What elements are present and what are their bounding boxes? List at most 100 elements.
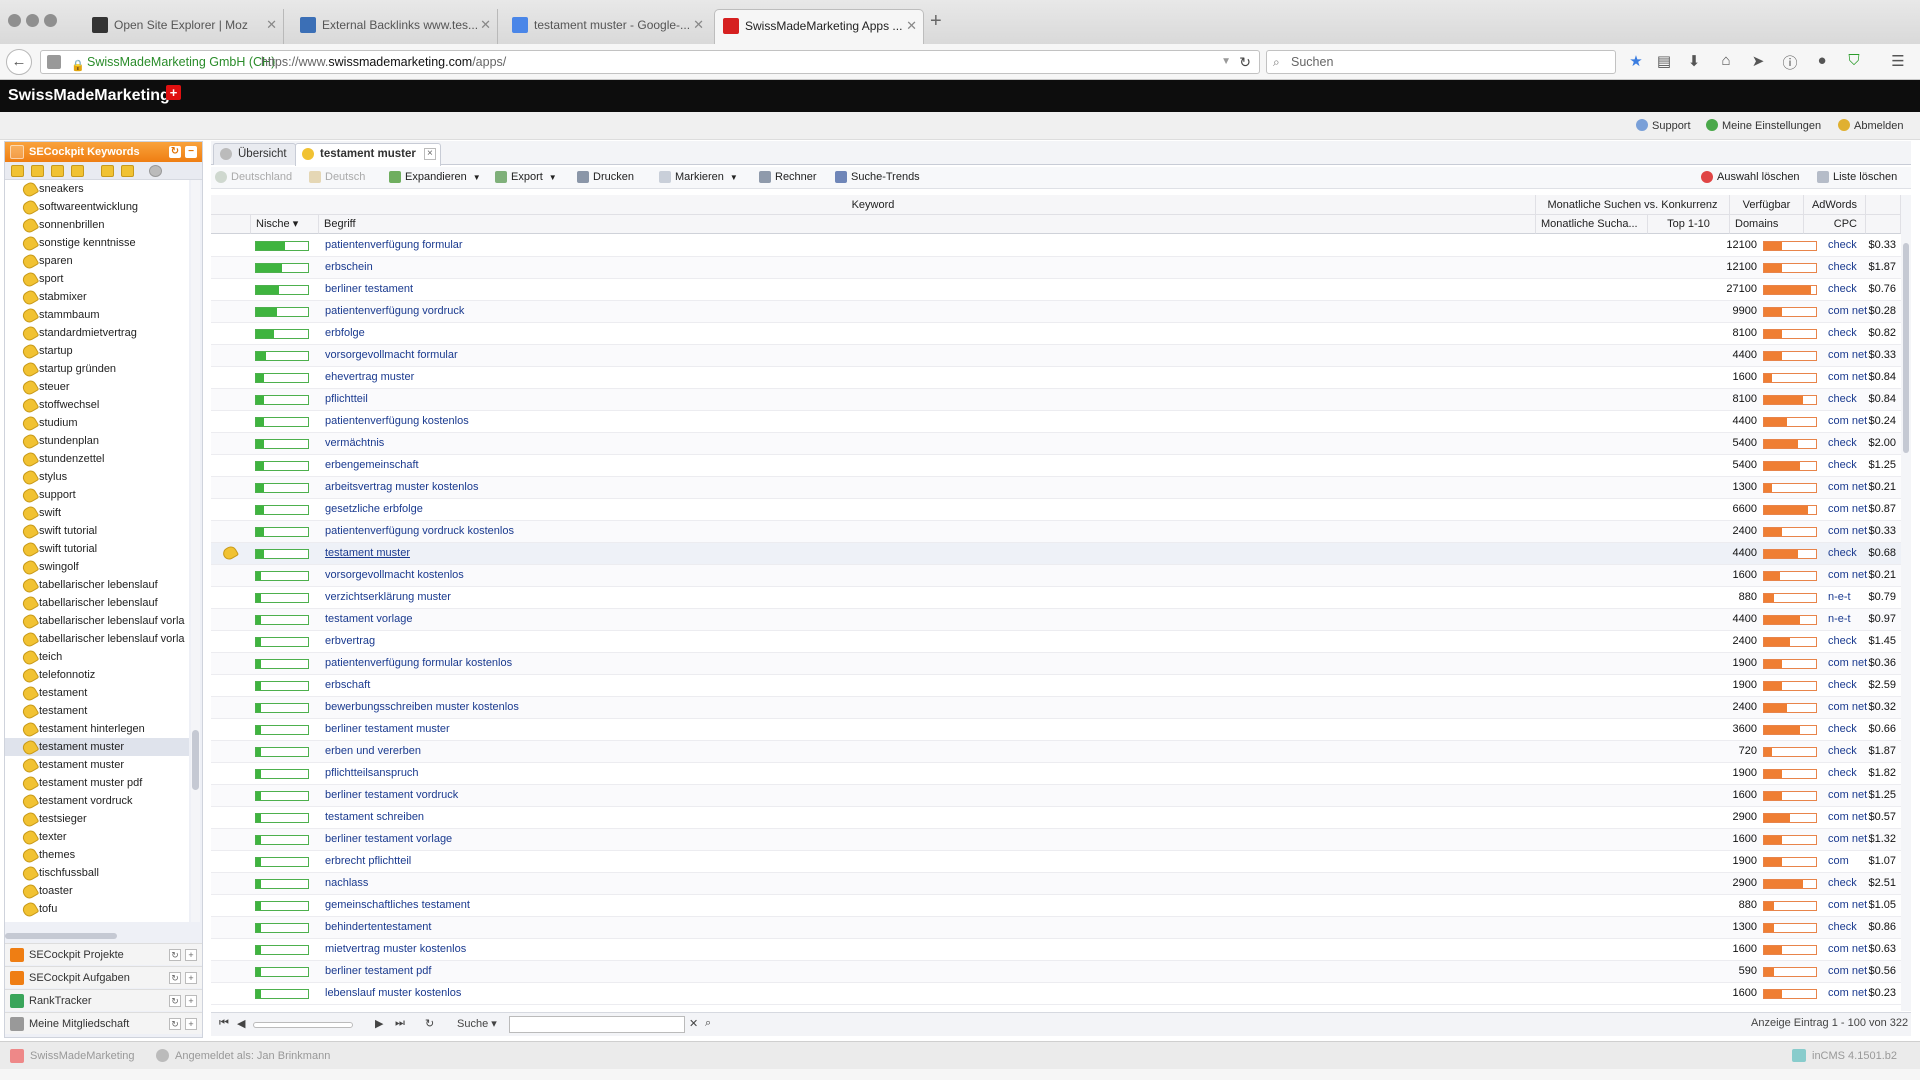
keyword-term-link[interactable]: gesetzliche erbfolge [325,499,423,520]
keyword-term-link[interactable]: erbrecht pflichtteil [325,851,411,872]
sidebar-keyword-item[interactable]: support [5,486,189,504]
expand-button[interactable]: Expandieren ▼ [389,171,481,183]
search-field-selector[interactable]: Suche ▾ [457,1017,497,1030]
sidebar-keyword-item[interactable]: toaster [5,882,189,900]
table-row[interactable]: patientenverfügung formular kostenlos 190… [211,653,1901,675]
print-button[interactable]: Drucken [577,171,634,183]
mark-button[interactable]: Markieren ▼ [659,171,738,183]
table-row[interactable]: lebenslauf muster kostenlos 1600 com net $0… [211,983,1901,1005]
table-row[interactable]: berliner testament muster 3600 check $0.66 [211,719,1901,741]
table-row[interactable]: erbengemeinschaft 5400 check $1.25 [211,455,1901,477]
close-icon[interactable]: ✕ [266,9,277,41]
sidebar-keyword-item[interactable]: testament muster pdf [5,774,189,792]
keyword-term-link[interactable]: patientenverfügung vordruck [325,301,464,322]
sidebar-keyword-item[interactable]: tofu [5,900,189,918]
sidebar-keyword-item[interactable]: telefonnotiz [5,666,189,684]
browser-tab-backlinks[interactable]: External Backlinks www.tes... ✕ [292,9,498,44]
calculator-button[interactable]: Rechner [759,171,817,183]
keyword-term-link[interactable]: nachlass [325,873,368,894]
keyword-term-link[interactable]: behindertentestament [325,917,431,938]
download-icon[interactable]: ⬇ [1684,52,1704,70]
clear-search-icon[interactable]: ✕ [689,1017,698,1030]
keyword-term-link[interactable]: berliner testament vordruck [325,785,458,806]
keyword-term-link[interactable]: lebenslauf muster kostenlos [325,983,461,1004]
gear-icon[interactable] [149,165,162,177]
keyword-term-link[interactable]: erbfolge [325,323,365,344]
clear-list-button[interactable]: Liste löschen [1817,171,1897,183]
language-button[interactable]: Deutsch [309,171,365,183]
keyword-term-link[interactable]: patientenverfügung kostenlos [325,411,469,432]
table-row[interactable]: berliner testament vorlage 1600 com net $1.… [211,829,1901,851]
keyword-term-link[interactable]: erbschaft [325,675,370,696]
expand-icon[interactable]: + [185,1018,197,1030]
col-header-domains[interactable]: Domains [1730,215,1804,234]
next-page-icon[interactable]: ▶ [375,1017,383,1030]
expand-icon[interactable]: + [185,995,197,1007]
bookmarks-list-icon[interactable]: ▤ [1654,52,1674,70]
sidebar-keyword-item[interactable]: stundenplan [5,432,189,450]
table-row[interactable]: berliner testament 27100 check $0.76 [211,279,1901,301]
table-row[interactable]: bewerbungsschreiben muster kostenlos 2400… [211,697,1901,719]
keyword-term-link[interactable]: testament muster [325,543,410,564]
add-keyword-list-icon[interactable] [31,165,44,177]
table-row[interactable]: berliner testament vordruck 1600 com net $1… [211,785,1901,807]
sidebar-keyword-item[interactable]: themes [5,846,189,864]
table-row[interactable]: testament muster 4400 check $0.68 [211,543,1901,565]
key-icon[interactable] [220,544,240,562]
sidebar-keyword-item[interactable]: softwareentwicklung [5,198,189,216]
tab-testament-muster[interactable]: testament muster × [295,143,441,166]
expand-icon[interactable]: + [185,972,197,984]
sidebar-keyword-item[interactable]: sneakers [5,180,189,198]
table-row[interactable]: behindertentestament 1300 check $0.86 [211,917,1901,939]
last-page-icon[interactable]: ⏭ [395,1017,405,1030]
sidebar-keyword-item[interactable]: teich [5,648,189,666]
browser-tab-moz[interactable]: Open Site Explorer | Moz ✕ [84,9,284,44]
info-icon[interactable]: ⓘ [1780,52,1800,73]
send-icon[interactable]: ➤ [1748,52,1768,70]
sidebar-keyword-item[interactable]: testament [5,702,189,720]
open-folder-icon[interactable] [121,165,134,177]
close-icon[interactable]: ✕ [693,9,704,41]
scrollbar-thumb[interactable] [1903,243,1909,453]
expand-icon[interactable]: + [185,949,197,961]
sidebar-keyword-item[interactable]: stoffwechsel [5,396,189,414]
refresh-icon[interactable]: ↻ [169,949,181,961]
add-folder-icon[interactable] [101,165,114,177]
sidebar-section-ranktracker[interactable]: RankTracker ↻ + [5,989,202,1011]
page-info-icon[interactable] [47,55,61,69]
col-header-cpc[interactable]: CPC [1804,215,1866,234]
table-row[interactable]: erbrecht pflichtteil 1900 com $1.07 [211,851,1901,873]
table-row[interactable]: verzichtserklärung muster 880 n-e-t $0.79 [211,587,1901,609]
table-row[interactable]: vorsorgevollmacht kostenlos 1600 com net $0… [211,565,1901,587]
table-row[interactable]: gesetzliche erbfolge 6600 com net $0.87 [211,499,1901,521]
page-slider[interactable] [253,1022,353,1028]
sidebar-keyword-item[interactable]: sparen [5,252,189,270]
settings-link[interactable]: Meine Einstellungen [1706,119,1821,132]
sidebar-section-mitgliedschaft[interactable]: Meine Mitgliedschaft ↻ + [5,1012,202,1034]
refresh-icon[interactable]: ↻ [169,995,181,1007]
keyword-term-link[interactable]: pflichtteil [325,389,368,410]
sidebar-keyword-item[interactable]: tabellarischer lebenslauf [5,594,189,612]
keyword-list-hscrollbar[interactable] [5,932,202,940]
table-row[interactable]: ehevertrag muster 1600 com net $0.84 [211,367,1901,389]
import-keyword-icon[interactable] [51,165,64,177]
keyword-term-link[interactable]: patientenverfügung formular [325,235,463,256]
sidebar-keyword-item[interactable]: startup gründen [5,360,189,378]
table-row[interactable]: erbschaft 1900 check $2.59 [211,675,1901,697]
table-row[interactable]: testament schreiben 2900 com net $0.57 [211,807,1901,829]
sidebar-section-projekte[interactable]: SECockpit Projekte ↻ + [5,943,202,965]
sidebar-keyword-item[interactable]: standardmietvertrag [5,324,189,342]
keyword-term-link[interactable]: patientenverfügung vordruck kostenlos [325,521,514,542]
sidebar-keyword-item[interactable]: swift tutorial [5,540,189,558]
sidebar-keyword-item[interactable]: testsieger [5,810,189,828]
table-row[interactable]: nachlass 2900 check $2.51 [211,873,1901,895]
refresh-icon[interactable]: ↻ [169,1018,181,1030]
window-zoom-dot[interactable] [44,14,57,27]
keyword-term-link[interactable]: vorsorgevollmacht kostenlos [325,565,464,586]
keyword-term-link[interactable]: vorsorgevollmacht formular [325,345,458,366]
sidebar-keyword-item[interactable]: tabellarischer lebenslauf vorla [5,630,189,648]
sidebar-section-aufgaben[interactable]: SECockpit Aufgaben ↻ + [5,966,202,988]
sidebar-keyword-item[interactable]: sonnenbrillen [5,216,189,234]
sidebar-keyword-item[interactable]: swift tutorial [5,522,189,540]
home-icon[interactable]: ⌂ [1716,52,1736,69]
